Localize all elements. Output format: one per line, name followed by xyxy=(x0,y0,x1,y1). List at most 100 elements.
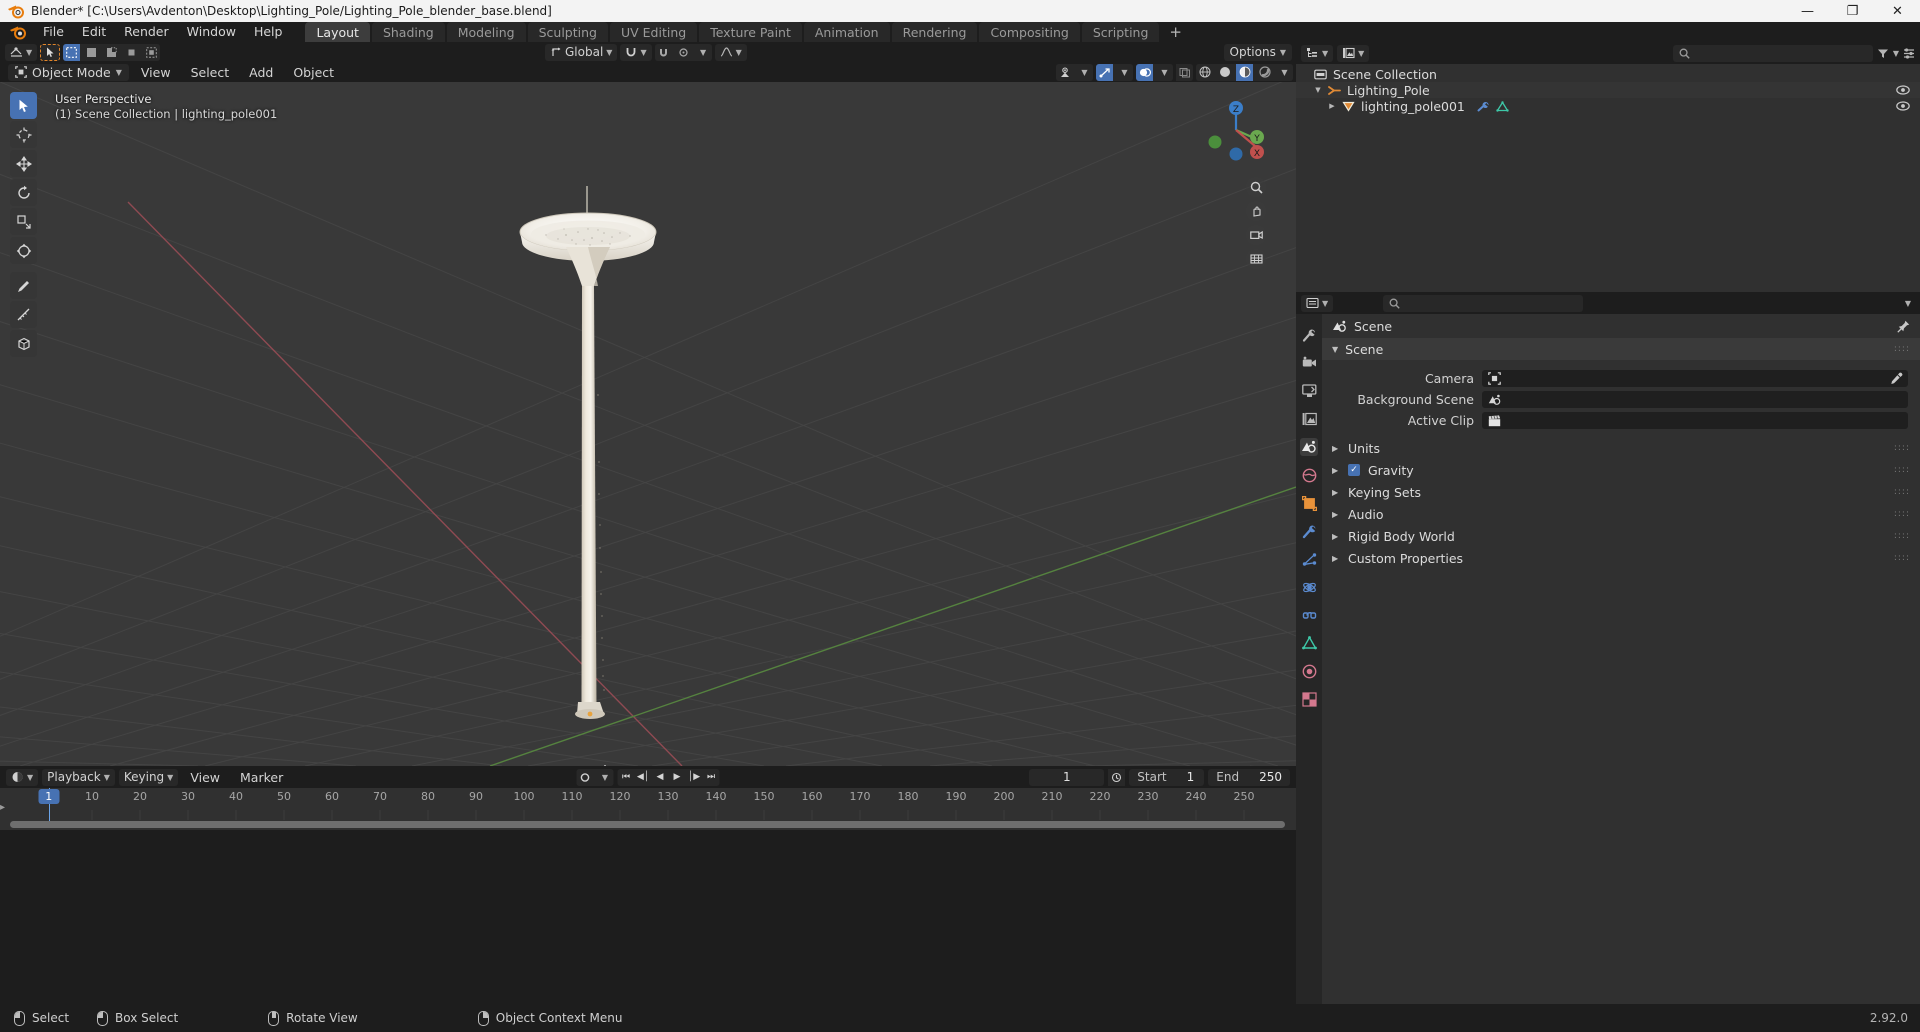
navigation-gizmo[interactable]: Z Y X xyxy=(1198,92,1274,168)
outliner-row-scene-collection[interactable]: Scene Collection xyxy=(1296,66,1920,82)
properties-tab-object[interactable] xyxy=(1300,494,1318,512)
viewport-menu-view[interactable]: View xyxy=(133,64,179,81)
filter-funnel-icon[interactable] xyxy=(1877,48,1889,59)
editor-type-selector-toolsettings[interactable]: ▼ xyxy=(5,43,38,61)
object-visibility-icon[interactable] xyxy=(1056,63,1073,81)
magnet-icon[interactable] xyxy=(654,43,672,61)
workspace-tab-modeling[interactable]: Modeling xyxy=(446,21,526,43)
move-tool-button[interactable] xyxy=(10,150,37,177)
modifier-icon[interactable] xyxy=(1477,101,1490,112)
drag-handle-dots-icon[interactable]: :::: xyxy=(1894,531,1910,541)
properties-tab-output[interactable] xyxy=(1300,382,1318,400)
scale-tool-button[interactable] xyxy=(10,208,37,235)
use-preview-range-icon[interactable] xyxy=(1108,768,1126,786)
workspace-tab-sculpting[interactable]: Sculpting xyxy=(527,21,608,43)
properties-tab-data[interactable] xyxy=(1300,634,1318,652)
jump-to-end-button[interactable]: ⏭ xyxy=(702,768,720,786)
menu-edit[interactable]: Edit xyxy=(73,22,115,42)
properties-tab-view-layer[interactable] xyxy=(1300,410,1318,428)
minimize-button[interactable]: — xyxy=(1785,0,1830,22)
object-mode-selector[interactable]: Object Mode ▼ xyxy=(8,63,129,81)
menu-render[interactable]: Render xyxy=(115,22,178,42)
outliner-search-input[interactable] xyxy=(1672,44,1873,62)
maximize-button[interactable]: ❐ xyxy=(1830,0,1875,22)
tweak-select-icon[interactable] xyxy=(63,43,81,61)
chevron-down-icon[interactable]: ▼ xyxy=(1893,49,1899,58)
drag-handle-dots-icon[interactable]: :::: xyxy=(1894,344,1910,354)
chevron-down-icon[interactable]: ▼ xyxy=(1116,63,1133,81)
select-box-mode-icon[interactable] xyxy=(143,43,161,61)
rendered-shading-icon[interactable] xyxy=(1256,63,1273,81)
properties-tab-scene[interactable] xyxy=(1300,438,1318,456)
end-frame-field[interactable]: End 250 xyxy=(1208,768,1290,786)
properties-tab-texture[interactable] xyxy=(1300,690,1318,708)
workspace-tab-animation[interactable]: Animation xyxy=(803,21,890,43)
overlays-icon[interactable] xyxy=(1136,63,1153,81)
chevron-down-icon[interactable]: ▼ xyxy=(596,768,614,786)
properties-tab-physics[interactable] xyxy=(1300,578,1318,596)
pin-icon[interactable] xyxy=(1897,320,1910,333)
properties-tab-particles[interactable] xyxy=(1300,550,1318,568)
box-select-icon[interactable] xyxy=(83,43,101,61)
timeline-menu-view[interactable]: View xyxy=(182,769,228,786)
rigid-body-world-section[interactable]: ▶ Rigid Body World :::: xyxy=(1322,525,1920,547)
wireframe-shading-icon[interactable] xyxy=(1196,63,1213,81)
editor-type-selector-properties[interactable]: ▼ xyxy=(1301,294,1334,312)
previous-keyframe-button[interactable]: ◀│ xyxy=(634,768,652,786)
workspace-tab-texture-paint[interactable]: Texture Paint xyxy=(699,21,802,43)
drag-handle-dots-icon[interactable]: :::: xyxy=(1894,487,1910,497)
units-section[interactable]: ▶ Units :::: xyxy=(1322,437,1920,459)
measure-tool-button[interactable] xyxy=(10,301,37,328)
viewport-menu-select[interactable]: Select xyxy=(183,64,238,81)
3d-viewport[interactable]: User Perspective (1) Scene Collection | … xyxy=(0,82,1296,766)
drag-handle-dots-icon[interactable]: :::: xyxy=(1894,465,1910,475)
gravity-section[interactable]: ▶ ✓ Gravity :::: xyxy=(1322,459,1920,481)
editor-type-selector-timeline[interactable]: ▼ xyxy=(6,768,39,786)
jump-to-start-button[interactable]: ⏮ xyxy=(617,768,635,786)
properties-tab-render[interactable] xyxy=(1300,354,1318,372)
start-frame-field[interactable]: Start 1 xyxy=(1129,768,1205,786)
workspace-tab-layout[interactable]: Layout xyxy=(305,21,370,43)
viewport-menu-add[interactable]: Add xyxy=(241,64,281,81)
workspace-tab-shading[interactable]: Shading xyxy=(371,21,445,43)
material-preview-shading-icon[interactable] xyxy=(1236,63,1253,81)
transform-orientation-selector[interactable]: Global ▼ xyxy=(545,43,618,61)
solid-shading-icon[interactable] xyxy=(1216,63,1233,81)
workspace-tab-rendering[interactable]: Rendering xyxy=(891,21,978,43)
viewport-menu-object[interactable]: Object xyxy=(285,64,342,81)
record-icon[interactable] xyxy=(576,768,594,786)
custom-properties-section[interactable]: ▶ Custom Properties :::: xyxy=(1322,547,1920,569)
scene-panel-header[interactable]: ▼ Scene :::: xyxy=(1322,338,1920,360)
workspace-tab-compositing[interactable]: Compositing xyxy=(979,21,1080,43)
drag-handle-dots-icon[interactable]: :::: xyxy=(1894,509,1910,519)
chevron-down-icon[interactable]: ▼ xyxy=(1076,63,1093,81)
gravity-checkbox[interactable]: ✓ xyxy=(1348,464,1360,476)
drag-handle-dots-icon[interactable]: :::: xyxy=(1894,443,1910,453)
audio-section[interactable]: ▶ Audio :::: xyxy=(1322,503,1920,525)
play-button[interactable]: ▶ xyxy=(668,768,686,786)
properties-tab-world[interactable] xyxy=(1300,466,1318,484)
properties-search-input[interactable] xyxy=(1383,294,1584,312)
timeline-menu-playback[interactable]: Playback ▼ xyxy=(42,768,115,786)
expand-triangle-icon[interactable]: ▶ xyxy=(1326,102,1338,110)
mesh-triangle-icon[interactable] xyxy=(1496,100,1509,112)
chevron-down-icon[interactable]: ▼ xyxy=(1156,63,1173,81)
close-button[interactable]: ✕ xyxy=(1875,0,1920,22)
timeline-menu-marker[interactable]: Marker xyxy=(232,769,291,786)
drag-handle-dots-icon[interactable]: :::: xyxy=(1894,553,1910,563)
cursor-tool-button[interactable] xyxy=(10,121,37,148)
pan-view-icon[interactable] xyxy=(1246,201,1266,221)
lasso-select-icon[interactable] xyxy=(123,43,141,61)
annotate-tool-button[interactable] xyxy=(10,272,37,299)
options-button[interactable]: Options ▼ xyxy=(1223,43,1292,61)
chevron-down-icon[interactable]: ▼ xyxy=(694,43,712,61)
properties-tab-material[interactable] xyxy=(1300,662,1318,680)
eyedropper-icon[interactable] xyxy=(1890,372,1903,385)
timeline-horizontal-scrollbar[interactable] xyxy=(10,821,1285,828)
outliner-display-mode-selector[interactable]: ▼ xyxy=(1337,44,1370,62)
timeline-body[interactable]: ▸ 10 20 30 40 50 60 70 80 90 100 110 120 130 140 150 16… xyxy=(0,788,1296,830)
play-reverse-button[interactable]: ◀ xyxy=(651,768,669,786)
outliner-row-lighting-pole[interactable]: ▼ Lighting_Pole xyxy=(1296,82,1920,98)
timeline-menu-keying[interactable]: Keying ▼ xyxy=(118,768,179,786)
properties-tab-modifier[interactable] xyxy=(1300,522,1318,540)
